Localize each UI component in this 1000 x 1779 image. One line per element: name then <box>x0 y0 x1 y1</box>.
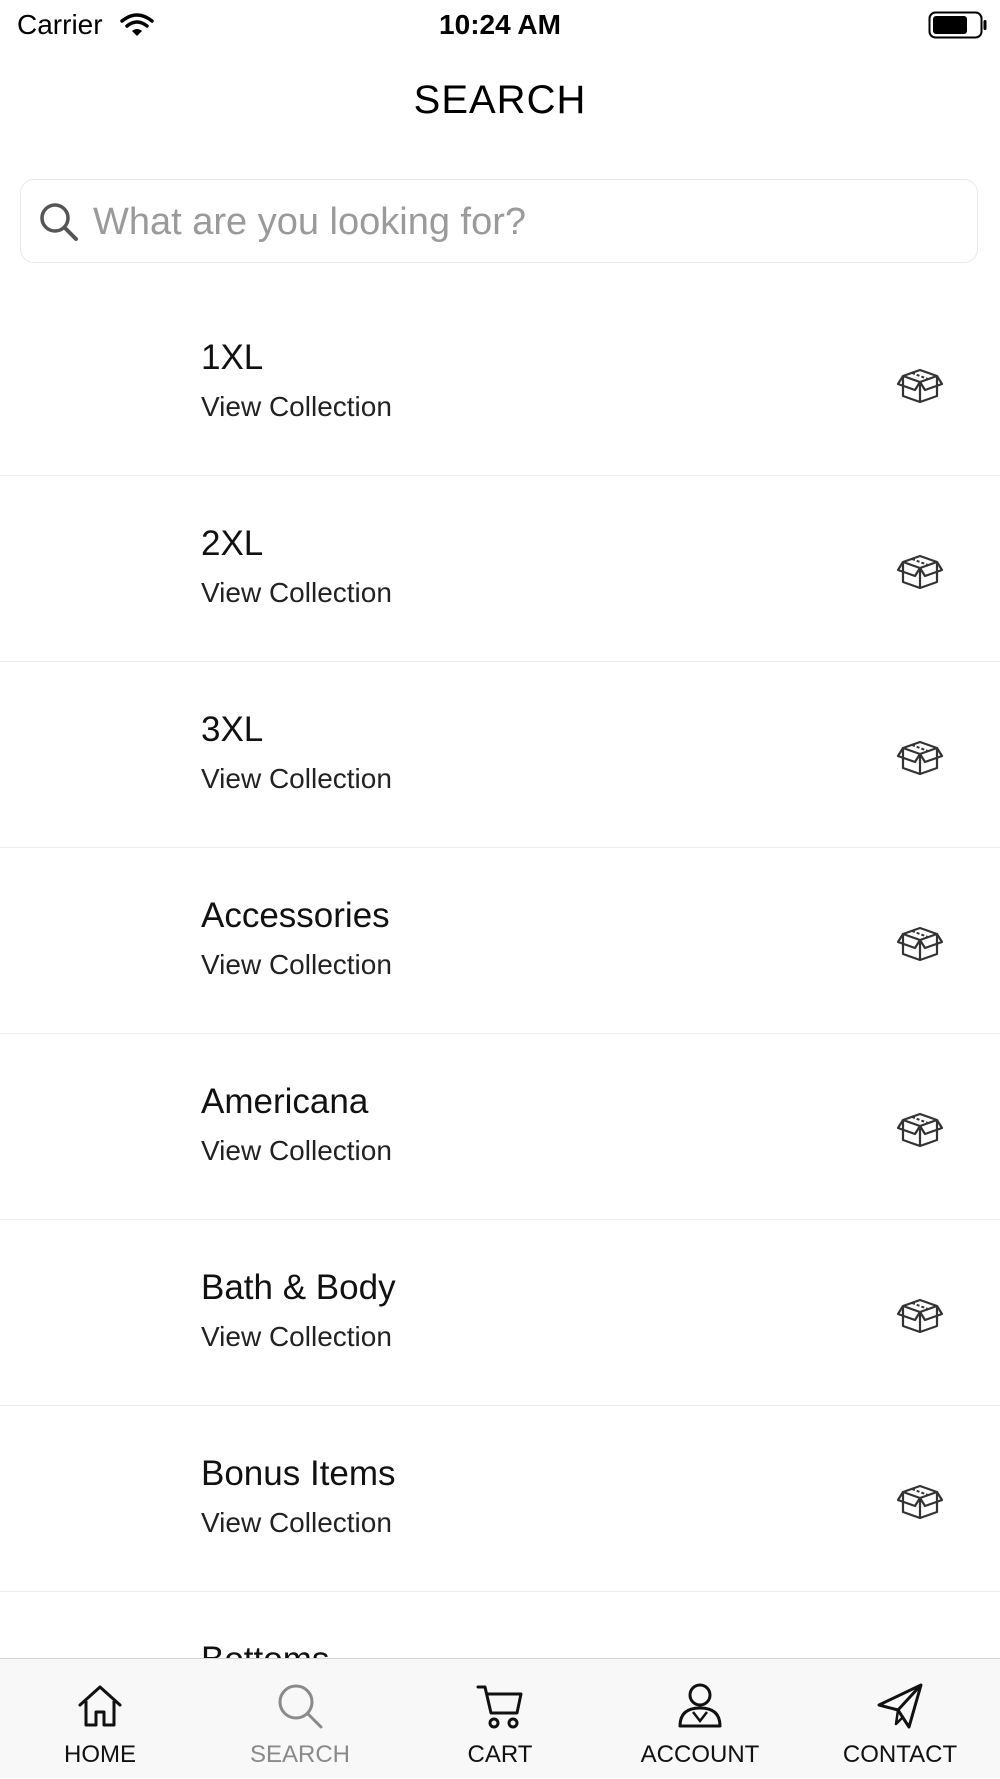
view-collection-link[interactable]: View Collection <box>201 949 392 981</box>
collection-thumbnail <box>38 1057 178 1197</box>
collection-title: Americana <box>201 1082 369 1121</box>
collection-title: Bottoms <box>201 1640 329 1658</box>
account-icon <box>675 1681 725 1736</box>
collection-title: Bath & Body <box>201 1268 396 1307</box>
tab-account-label: ACCOUNT <box>640 1741 760 1768</box>
open-box-icon <box>895 1106 945 1153</box>
collection-thumbnail <box>38 1615 178 1658</box>
list-item[interactable]: Bonus Items View Collection <box>0 1406 1000 1592</box>
collection-title: 1XL <box>201 338 264 377</box>
list-item[interactable]: Accessories View Collection <box>0 848 1000 1034</box>
search-box[interactable] <box>20 179 978 263</box>
open-box-icon <box>895 1292 945 1339</box>
home-icon <box>75 1681 125 1736</box>
collection-thumbnail <box>38 313 178 453</box>
search-icon <box>275 1681 325 1736</box>
tab-home[interactable]: HOME <box>0 1659 200 1779</box>
collection-title: 3XL <box>201 710 264 749</box>
tab-contact[interactable]: CONTACT <box>800 1659 1000 1779</box>
list-item[interactable]: 3XL View Collection <box>0 662 1000 848</box>
status-time: 10:24 AM <box>439 9 561 40</box>
tab-cart[interactable]: CART <box>400 1659 600 1779</box>
contact-icon <box>875 1681 925 1736</box>
view-collection-link[interactable]: View Collection <box>201 577 392 609</box>
tab-contact-label: CONTACT <box>842 1741 958 1768</box>
collection-list: 1XL View Collection 2XL View Collection 3XL V… <box>0 290 1000 1658</box>
tab-bar: HOME SEARCH CART ACCOUNT CONTACT <box>0 1658 1000 1778</box>
collection-title: 2XL <box>201 524 264 563</box>
tab-home-label: HOME <box>64 1741 136 1768</box>
list-item[interactable]: BottomsView Collection <box>0 1592 1000 1658</box>
collection-thumbnail <box>38 499 178 639</box>
view-collection-link[interactable]: View Collection <box>201 391 392 423</box>
collection-title: Accessories <box>201 896 390 935</box>
battery-icon <box>928 11 988 44</box>
open-box-icon <box>895 1478 945 1525</box>
status-bar: Carrier 10:24 AM <box>0 0 1000 50</box>
list-item[interactable]: Americana View Collection <box>0 1034 1000 1220</box>
list-item[interactable]: 2XL View Collection <box>0 476 1000 662</box>
open-box-icon <box>895 362 945 409</box>
list-item[interactable]: Bath & Body View Collection <box>0 1220 1000 1406</box>
list-item[interactable]: 1XL View Collection <box>0 290 1000 476</box>
open-box-icon <box>895 734 945 781</box>
tab-search-label: SEARCH <box>249 1741 351 1768</box>
collection-thumbnail <box>38 1243 178 1383</box>
collection-thumbnail <box>38 871 178 1011</box>
view-collection-link[interactable]: View Collection <box>201 1135 392 1167</box>
tab-search[interactable]: SEARCH <box>200 1659 400 1779</box>
collection-thumbnail <box>38 685 178 825</box>
tab-cart-label: CART <box>467 1741 533 1768</box>
view-collection-link[interactable]: View Collection <box>201 763 392 795</box>
collection-thumbnail <box>38 1429 178 1569</box>
search-input[interactable] <box>91 192 955 252</box>
page-title: SEARCH <box>413 78 587 122</box>
open-box-icon <box>895 920 945 967</box>
open-box-icon <box>895 548 945 595</box>
collection-title: Bonus Items <box>201 1454 396 1493</box>
view-collection-link[interactable]: View Collection <box>201 1321 392 1353</box>
tab-account[interactable]: ACCOUNT <box>600 1659 800 1779</box>
view-collection-link[interactable]: View Collection <box>201 1507 392 1539</box>
search-icon <box>38 201 80 248</box>
cart-icon <box>475 1681 525 1736</box>
